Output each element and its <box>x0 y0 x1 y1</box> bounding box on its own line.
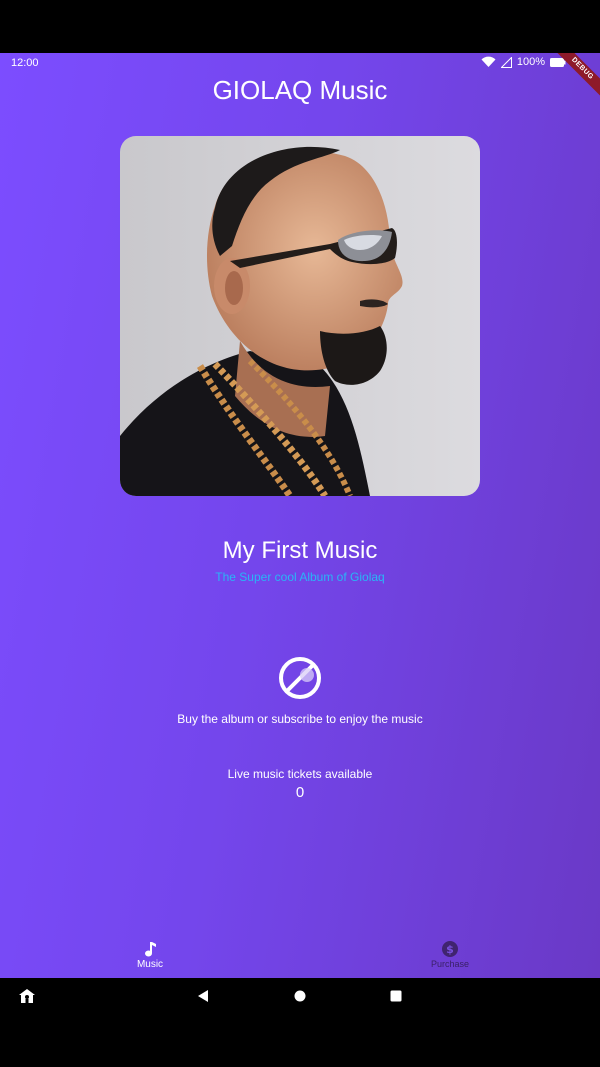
tickets-count: 0 <box>295 784 305 801</box>
status-indicators: 100% <box>481 56 566 68</box>
tickets-label: Live music tickets available <box>227 767 373 781</box>
app-screen: 12:00 100% DEBUG GIOLAQ Music My First M… <box>0 53 600 978</box>
bottom-letterbox <box>0 1016 600 1067</box>
album-cover-image <box>120 136 480 496</box>
signal-icon <box>500 56 512 68</box>
nav-label-music: Music <box>136 959 164 970</box>
music-note-icon <box>145 942 156 957</box>
track-title: My First Music <box>222 537 378 564</box>
nav-item-purchase[interactable]: $ Purchase <box>390 933 510 969</box>
top-letterbox <box>0 0 600 53</box>
back-icon[interactable] <box>197 989 209 1003</box>
blocked-icon <box>278 656 322 700</box>
app-title: GIOLAQ Music <box>212 75 388 105</box>
accessibility-home-icon[interactable] <box>18 988 36 1004</box>
svg-text:$: $ <box>446 943 454 956</box>
system-navigation-bar <box>0 978 600 1016</box>
album-subtitle: The Super cool Album of Giolaq <box>215 570 385 584</box>
battery-percent: 100% <box>516 56 545 68</box>
bottom-navigation: Music $ Purchase <box>0 933 600 978</box>
dollar-circle-icon: $ <box>442 941 458 957</box>
nav-item-music[interactable]: Music <box>90 933 210 970</box>
status-time: 12:00 <box>11 57 39 69</box>
wifi-icon <box>481 56 496 67</box>
nav-label-purchase: Purchase <box>430 959 470 969</box>
home-icon[interactable] <box>294 990 306 1002</box>
overview-icon[interactable] <box>390 990 402 1002</box>
blocked-message: Buy the album or subscribe to enjoy the … <box>177 712 423 726</box>
status-bar: 12:00 100% DEBUG <box>0 53 600 102</box>
